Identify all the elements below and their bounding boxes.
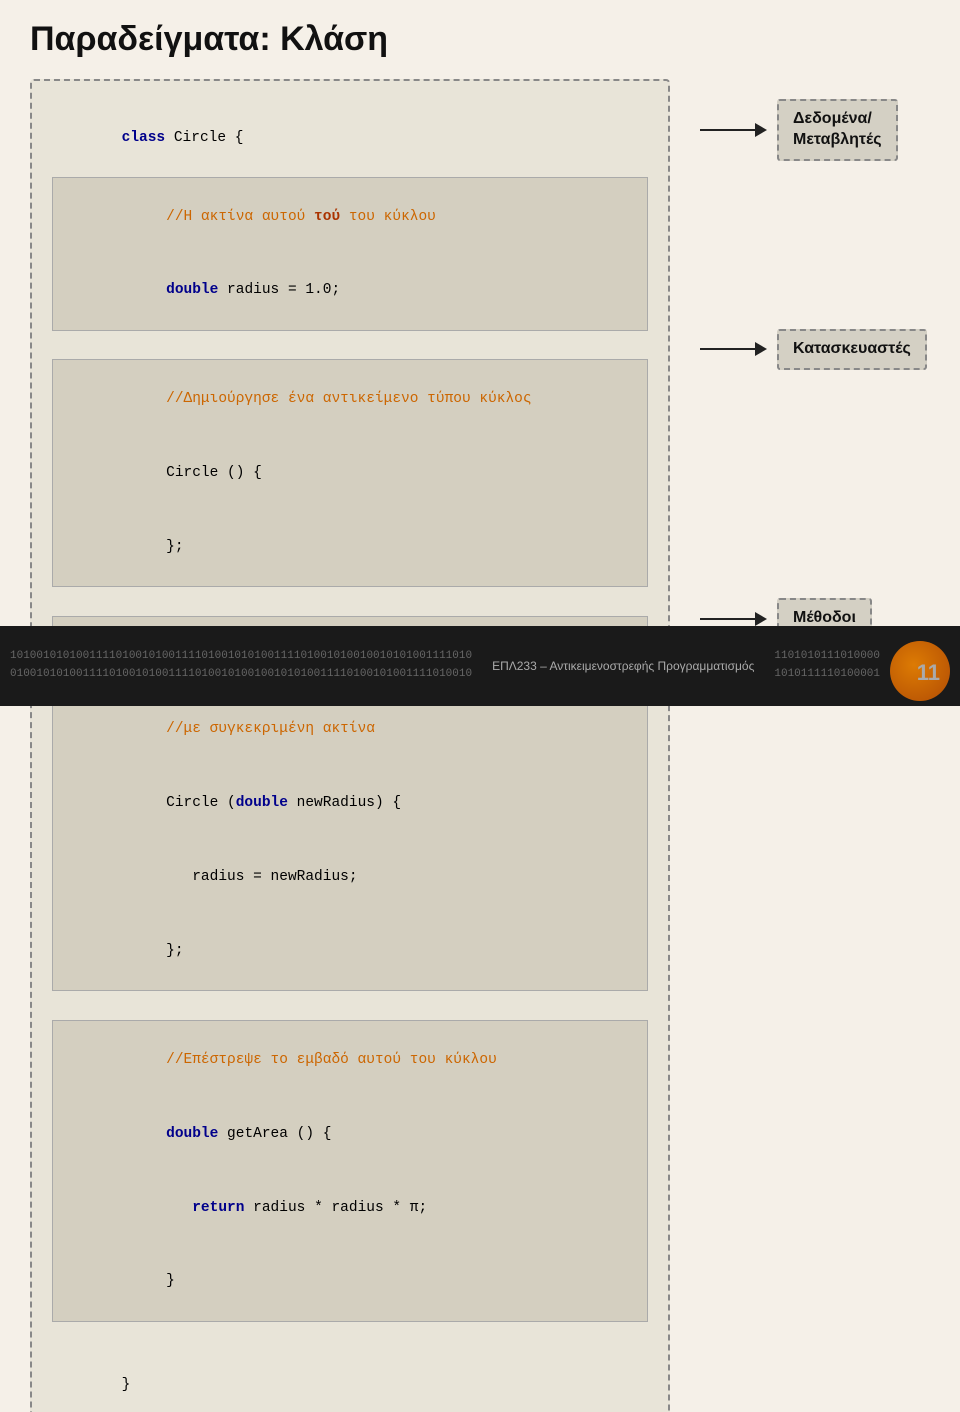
annotation-data-label: Δεδομένα/Μεταβλητές: [777, 99, 898, 161]
footer-center-text: ΕΠΛ233 – Αντικειμενοστρεφής Προγραμματισ…: [472, 659, 774, 673]
code-line-11: Circle (double newRadius) {: [53, 767, 647, 841]
code-line-6: Circle () {: [53, 436, 647, 510]
code-line-20: }: [52, 1348, 648, 1412]
code-line-3: double radius = 1.0;: [53, 254, 647, 328]
page-title: Παραδείγματα: Κλάση: [30, 20, 930, 59]
code-line-1: class Circle {: [52, 101, 648, 175]
code-line-2: //Η ακτίνα αυτού τού του κύκλου: [53, 180, 647, 254]
code-line-17: return radius * radius * π;: [53, 1171, 647, 1245]
code-line-18: }: [53, 1245, 647, 1319]
code-line-15: //Επέστρεψε το εμβαδό αυτού του κύκλου: [53, 1023, 647, 1097]
annotation-constructors: Κατασκευαστές: [700, 329, 927, 370]
footer-bar: 1010010101001111010010100111101001010100…: [0, 626, 960, 706]
page-number: 11: [917, 660, 940, 686]
footer-binary-left: 1010010101001111010010100111101001010100…: [0, 648, 472, 683]
code-line-13: };: [53, 915, 647, 989]
code-line-12: radius = newRadius;: [53, 841, 647, 915]
code-line-7: };: [53, 510, 647, 584]
code-line-5: //Δημιούργησε ένα αντικείμενο τύπου κύκλ…: [53, 362, 647, 436]
code-box: class Circle { //Η ακτίνα αυτού τού του …: [30, 79, 670, 1412]
annotation-constructors-label: Κατασκευαστές: [777, 329, 927, 370]
annotations-panel: Δεδομένα/Μεταβλητές Κατασκευαστές Μέθοδο…: [690, 79, 927, 639]
code-line-16: double getArea () {: [53, 1097, 647, 1171]
annotation-data: Δεδομένα/Μεταβλητές: [700, 99, 927, 161]
